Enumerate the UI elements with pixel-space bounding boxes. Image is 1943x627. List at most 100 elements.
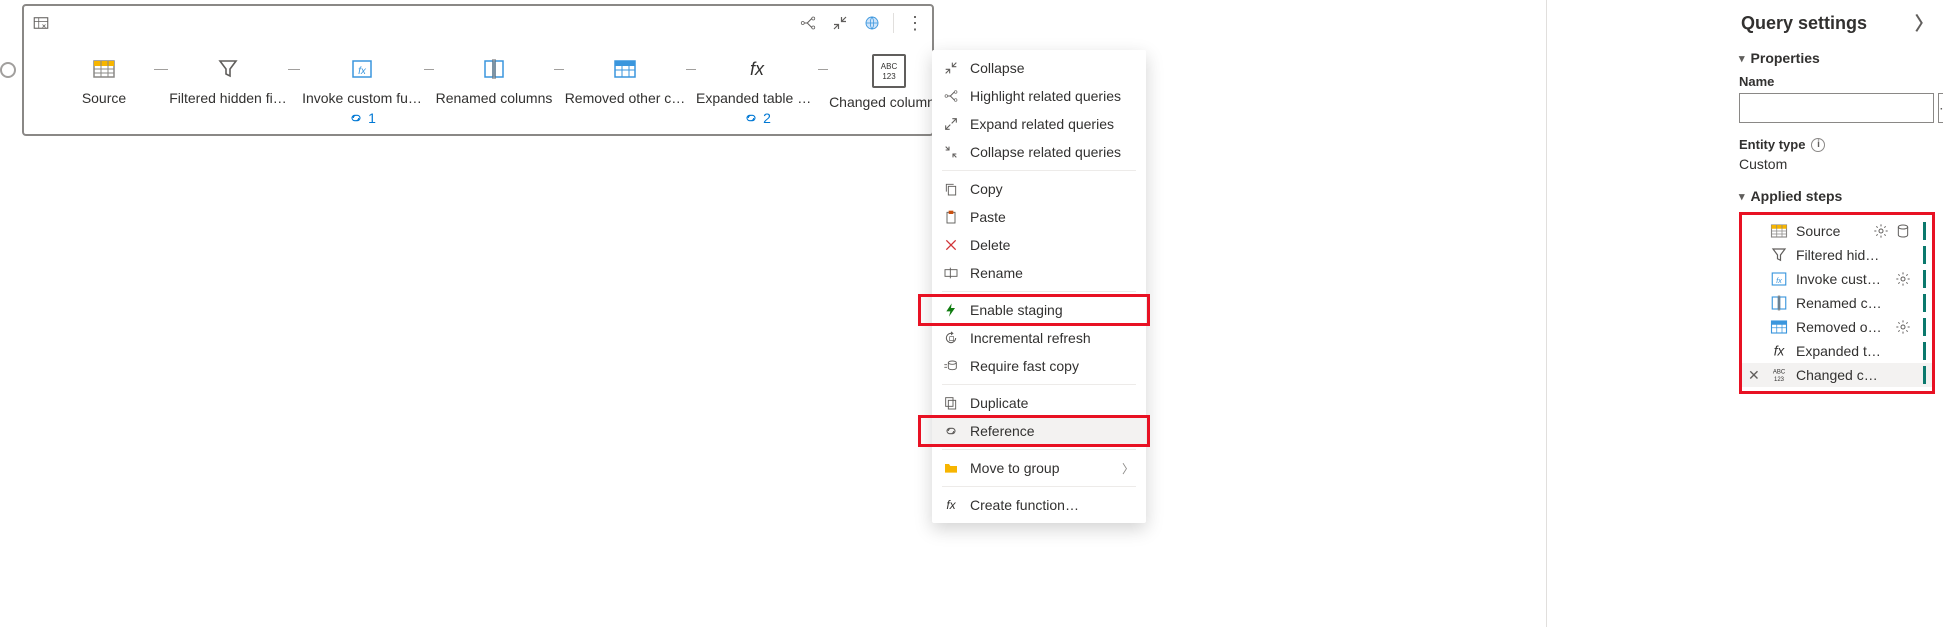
applied-step-label: Renamed c… [1796, 295, 1903, 311]
query-name-input[interactable] [1739, 93, 1934, 123]
applied-step[interactable]: ✕Expanded t… [1742, 339, 1932, 363]
table-blue-icon [1770, 318, 1788, 336]
i-invoke-icon [347, 54, 377, 84]
applied-steps-list: ✕Source✕Filtered hid…✕Invoke cust…✕Renam… [1739, 212, 1935, 394]
collapse-icon [942, 59, 960, 77]
applied-step[interactable]: ✕Invoke cust… [1742, 267, 1932, 291]
gear-icon[interactable] [1895, 319, 1911, 335]
step-status-bar [1923, 270, 1926, 288]
settings-title: Query settings [1741, 13, 1867, 34]
toolbar-separator [893, 13, 894, 33]
menu-item-duplicate[interactable]: Duplicate [932, 389, 1146, 417]
entity-type-value: Custom [1739, 156, 1935, 172]
name-more-button[interactable]: ⋯ [1938, 93, 1943, 123]
menu-item-label: Copy [970, 181, 1134, 197]
diagram-step[interactable]: Expanded table c… 2 [696, 54, 818, 126]
menu-item-move-to-group[interactable]: Move to group〉 [932, 454, 1146, 482]
fx-icon [942, 496, 960, 514]
menu-item-rename[interactable]: Rename [932, 259, 1146, 287]
step-label: Source [82, 90, 126, 106]
diagram-step[interactable]: Removed other c… [564, 54, 686, 106]
menu-item-collapse-related[interactable]: Collapse related queries [932, 138, 1146, 166]
applied-step-label: Changed c… [1796, 367, 1903, 383]
gear-icon[interactable] [1895, 271, 1911, 287]
step-status-bar [1923, 246, 1926, 264]
applied-steps-section[interactable]: ▾ Applied steps [1739, 188, 1935, 204]
diagram-step[interactable]: Invoke custom fu… 1 [300, 54, 424, 126]
applied-step[interactable]: ✕Renamed c… [1742, 291, 1932, 315]
menu-item-label: Delete [970, 237, 1134, 253]
step-label: Removed other c… [565, 90, 686, 106]
menu-item-label: Expand related queries [970, 116, 1134, 132]
diagram-step[interactable]: Renamed columns [434, 54, 554, 106]
menu-item-label: Highlight related queries [970, 88, 1134, 104]
step-status-bar [1923, 222, 1926, 240]
step-label: Expanded table c… [696, 90, 818, 106]
filter-icon [1770, 246, 1788, 264]
step-reference-count[interactable]: 1 [348, 110, 376, 126]
step-label: Renamed columns [436, 90, 553, 106]
connector [554, 54, 564, 84]
delete-icon [942, 236, 960, 254]
chevron-down-icon: ▾ [1739, 52, 1745, 65]
expand-out-icon [942, 115, 960, 133]
applied-step-label: Expanded t… [1796, 343, 1903, 359]
query-settings-pane: Query settings 〉 ▾ Properties Name ⋯ Ent… [1731, 0, 1943, 398]
step-label: Invoke custom fu… [302, 90, 422, 106]
i-fx-icon [742, 54, 772, 84]
menu-item-require-fast-copy[interactable]: Require fast copy [932, 352, 1146, 380]
step-reference-count[interactable]: 2 [743, 110, 771, 126]
connector [818, 54, 828, 84]
entity-type-label: Entity type [1739, 137, 1805, 152]
step-label: Filtered hidden fi… [169, 90, 287, 106]
applied-step[interactable]: ✕ Changed c… [1742, 363, 1932, 387]
web-source-icon[interactable] [861, 12, 883, 34]
invoke-icon [1770, 270, 1788, 288]
i-abc123-icon [872, 54, 906, 88]
abc123-icon [1770, 366, 1788, 384]
duplicate-icon [942, 394, 960, 412]
menu-item-delete[interactable]: Delete [932, 231, 1146, 259]
query-icon[interactable] [30, 12, 52, 34]
collapse-diagram-icon[interactable] [829, 12, 851, 34]
gear-icon[interactable] [1873, 223, 1889, 239]
rename-icon [942, 264, 960, 282]
applied-step[interactable]: ✕Filtered hid… [1742, 243, 1932, 267]
menu-item-label: Reference [970, 423, 1134, 439]
menu-item-create-function[interactable]: Create function… [932, 491, 1146, 519]
menu-item-expand-related[interactable]: Expand related queries [932, 110, 1146, 138]
i-table-src-icon [89, 54, 119, 84]
diagram-step[interactable]: Filtered hidden fi… [168, 54, 288, 106]
properties-section[interactable]: ▾ Properties [1739, 50, 1935, 66]
connector [686, 54, 696, 84]
applied-step-label: Invoke cust… [1796, 271, 1887, 287]
menu-item-copy[interactable]: Copy [932, 175, 1146, 203]
collapse-settings-icon[interactable]: 〉 [1915, 10, 1933, 36]
refresh-inc-icon [942, 329, 960, 347]
step-label: Changed column… [829, 94, 949, 110]
step-status-bar [1923, 318, 1926, 336]
paste-icon [942, 208, 960, 226]
delete-step-icon[interactable]: ✕ [1748, 367, 1760, 384]
menu-item-highlight-related[interactable]: Highlight related queries [932, 82, 1146, 110]
applied-step[interactable]: ✕Removed o… [1742, 315, 1932, 339]
step-status-bar [1923, 366, 1926, 384]
applied-step[interactable]: ✕Source [1742, 219, 1932, 243]
menu-item-reference[interactable]: Reference [932, 417, 1146, 445]
menu-item-collapse[interactable]: Collapse [932, 54, 1146, 82]
share-icon[interactable] [797, 12, 819, 34]
info-icon[interactable]: i [1811, 138, 1825, 152]
fast-copy-icon [942, 357, 960, 375]
diagram-step[interactable]: Source [54, 54, 154, 106]
folder-icon [942, 459, 960, 477]
upstream-node-stub [0, 62, 16, 78]
menu-item-paste[interactable]: Paste [932, 203, 1146, 231]
more-options-icon[interactable]: ⋮ [904, 12, 926, 34]
menu-separator [942, 449, 1136, 450]
datasource-icon[interactable] [1895, 223, 1911, 239]
query-diagram: ⋮ Source Filtered hidden fi… Invoke custom… [22, 4, 934, 136]
chevron-down-icon: ▾ [1739, 190, 1745, 203]
menu-item-incremental-refresh[interactable]: Incremental refresh [932, 324, 1146, 352]
menu-item-enable-staging[interactable]: Enable staging [932, 296, 1146, 324]
menu-item-label: Enable staging [970, 302, 1134, 318]
